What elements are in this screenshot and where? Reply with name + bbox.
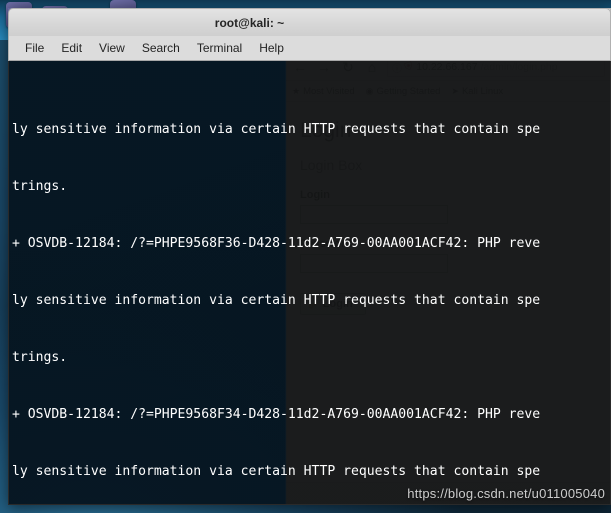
menu-file[interactable]: File: [17, 38, 52, 58]
terminal-menubar[interactable]: File Edit View Search Terminal Help: [8, 36, 611, 61]
menu-terminal[interactable]: Terminal: [189, 38, 250, 58]
terminal-line: + OSVDB-12184: /?=PHPE9568F36-D428-11d2-…: [12, 236, 541, 251]
terminal-titlebar[interactable]: root@kali: ~: [8, 8, 611, 36]
terminal-body[interactable]: ly sensitive information via certain HTT…: [8, 61, 611, 505]
terminal-line: ly sensitive information via certain HTT…: [12, 122, 541, 137]
terminal-title: root@kali: ~: [214, 15, 285, 30]
watermark: https://blog.csdn.net/u011005040: [407, 486, 605, 501]
terminal-line: trings.: [12, 179, 68, 194]
menu-view[interactable]: View: [91, 38, 133, 58]
terminal-line: trings.: [12, 350, 68, 365]
desktop: ⌂ A ● Mozilla Firefox Login ← → ↻ ⌂ ⓘ ⛨ …: [0, 0, 611, 513]
terminal-window[interactable]: root@kali: ~ File Edit View Search Termi…: [8, 8, 611, 505]
terminal-line: + OSVDB-12184: /?=PHPE9568F34-D428-11d2-…: [12, 407, 541, 422]
terminal-screen[interactable]: ly sensitive information via certain HTT…: [9, 61, 610, 504]
menu-edit[interactable]: Edit: [53, 38, 90, 58]
terminal-line: ly sensitive information via certain HTT…: [12, 464, 541, 479]
terminal-line: ly sensitive information via certain HTT…: [12, 293, 541, 308]
menu-search[interactable]: Search: [134, 38, 188, 58]
menu-help[interactable]: Help: [251, 38, 292, 58]
